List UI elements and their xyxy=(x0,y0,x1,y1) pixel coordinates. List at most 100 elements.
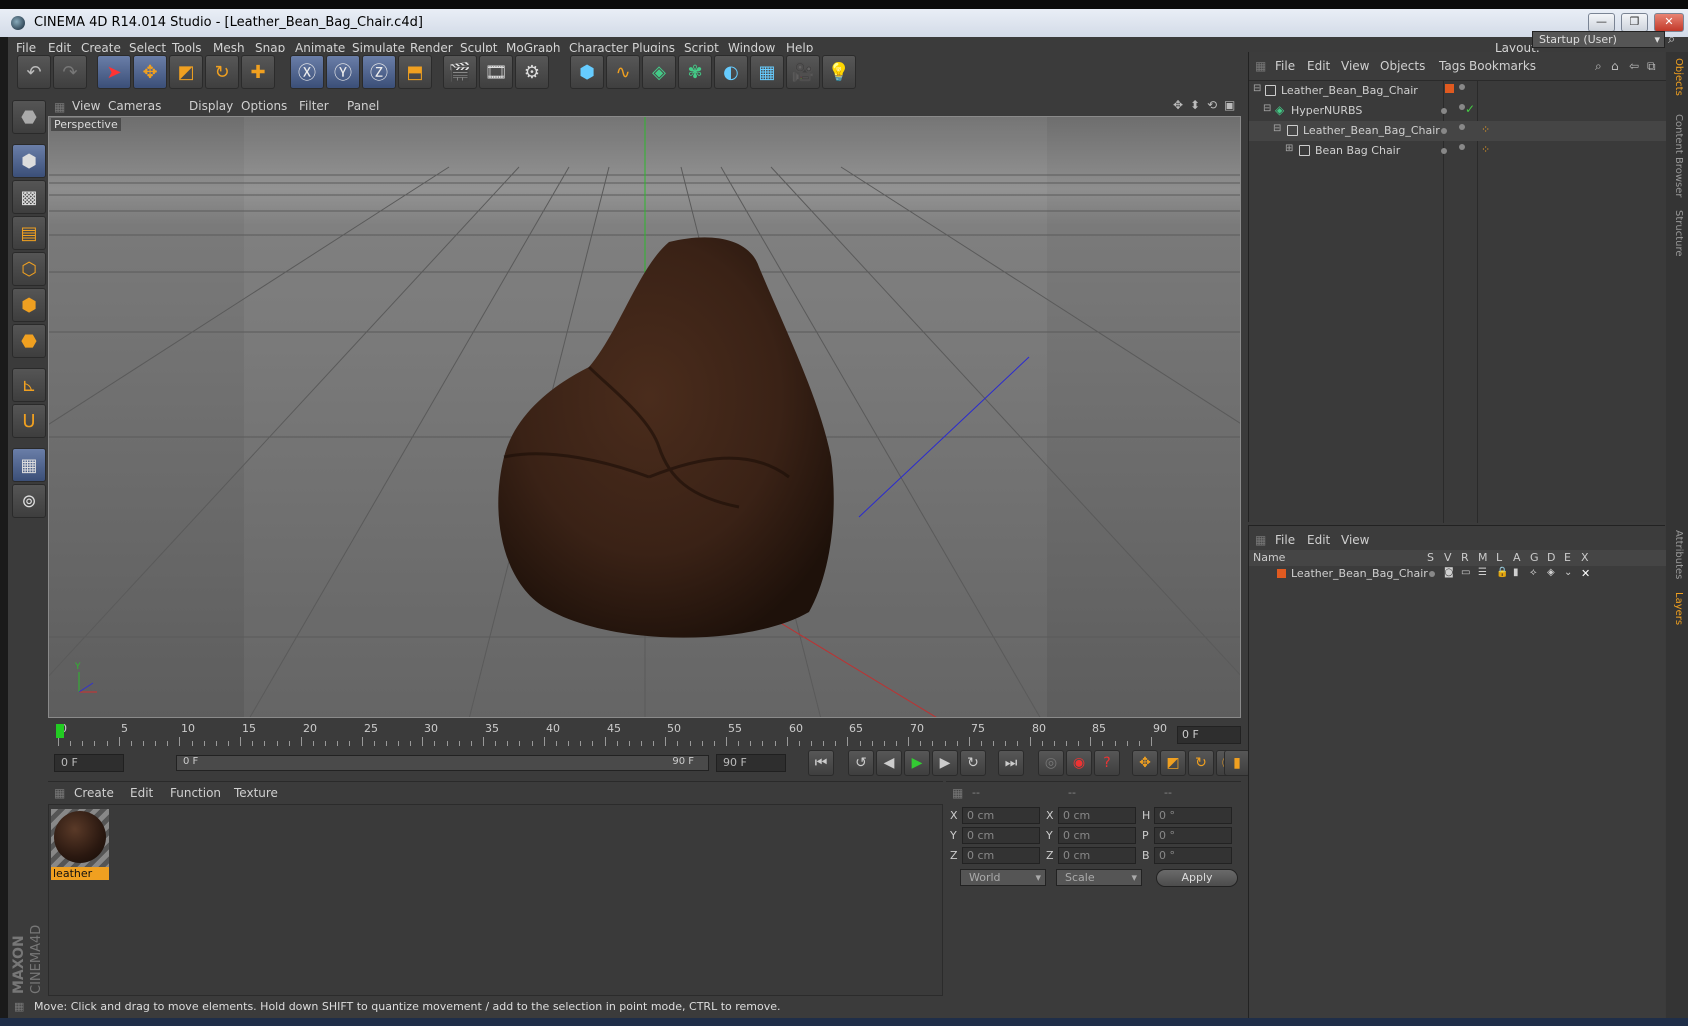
xref-icon[interactable]: ✕ xyxy=(1581,567,1590,580)
collapse-icon[interactable]: ⊟ xyxy=(1273,123,1281,134)
play-icon[interactable]: ▶ xyxy=(904,750,930,776)
animation-icon[interactable]: ▮ xyxy=(1513,567,1519,578)
render-view-icon[interactable]: 🎬 xyxy=(443,55,477,89)
generator-icon[interactable]: ⟡ xyxy=(1530,567,1537,578)
range-slider[interactable]: 0 F 90 F xyxy=(176,755,709,771)
visibility-dot[interactable] xyxy=(1459,84,1465,90)
viewport-menu-panel[interactable]: Panel xyxy=(347,99,379,113)
eye-icon[interactable]: ◙ xyxy=(1444,567,1454,578)
viewport-zoom-icon[interactable]: ⬍ xyxy=(1190,98,1200,112)
x-axis-lock-icon[interactable]: Ⓧ xyxy=(290,55,324,89)
recent-tool-icon[interactable]: ✚ xyxy=(241,55,275,89)
locked-workplane-icon[interactable]: ⊚ xyxy=(12,484,46,518)
render-icon[interactable]: ▭ xyxy=(1461,567,1470,578)
key-rotation-icon[interactable]: ↻ xyxy=(1188,750,1214,776)
model-mode-icon[interactable]: ⬢ xyxy=(12,144,46,178)
coordinate-system-icon[interactable]: ⬒ xyxy=(398,55,432,89)
manager-icon[interactable]: ☰ xyxy=(1478,567,1487,578)
layers-menu-file[interactable]: File xyxy=(1275,533,1295,547)
current-frame-field[interactable]: 0 F xyxy=(1177,726,1241,744)
render-settings-icon[interactable]: ⚙ xyxy=(515,55,549,89)
visibility-dot[interactable] xyxy=(1441,148,1447,154)
layer-row[interactable]: Leather_Bean_Bag_Chair ◙ ▭ ☰ 🔒 ▮ ⟡ ◈ ⌄ ✕ xyxy=(1249,566,1666,584)
undo-icon[interactable]: ↶ xyxy=(17,55,51,89)
tree-row[interactable]: ⊞ Bean Bag Chair ⁘ xyxy=(1249,141,1666,161)
array-icon[interactable]: ✾ xyxy=(678,55,712,89)
search-icon[interactable]: ⌕ xyxy=(1595,59,1602,74)
z-axis-lock-icon[interactable]: Ⓩ xyxy=(362,55,396,89)
render-dot[interactable] xyxy=(1459,144,1465,150)
key-position-icon[interactable]: ✥ xyxy=(1132,750,1158,776)
previous-key-icon[interactable]: ↺ xyxy=(848,750,874,776)
position-y-field[interactable]: 0 cm xyxy=(962,827,1040,844)
keyframe-selection-icon[interactable]: ? xyxy=(1094,750,1120,776)
edges-mode-icon[interactable]: ⬢ xyxy=(12,288,46,322)
polygons-mode-icon[interactable]: ⬣ xyxy=(12,324,46,358)
visibility-dot[interactable] xyxy=(1441,108,1447,114)
enabled-check-icon[interactable]: ✓ xyxy=(1465,102,1475,116)
perspective-viewport[interactable]: Y xyxy=(48,116,1241,718)
objects-menu-bookmarks[interactable]: Bookmarks xyxy=(1469,59,1536,73)
rotation-h-field[interactable]: 0 ° xyxy=(1154,807,1232,824)
floor-scene-icon[interactable]: ▦ xyxy=(750,55,784,89)
scale-tool-icon[interactable]: ◩ xyxy=(169,55,203,89)
objects-menu-edit[interactable]: Edit xyxy=(1307,59,1330,73)
tree-row[interactable]: ⊟ Leather_Bean_Bag_Chair xyxy=(1249,81,1666,101)
minimize-button[interactable]: — xyxy=(1588,13,1615,32)
material-menu-edit[interactable]: Edit xyxy=(130,786,153,800)
y-axis-lock-icon[interactable]: Ⓨ xyxy=(326,55,360,89)
visibility-dot[interactable] xyxy=(1441,128,1447,134)
coordinate-mode-dropdown[interactable]: World ▾ xyxy=(960,869,1046,886)
phong-tag-icon[interactable]: ⁘ xyxy=(1481,123,1490,136)
autokey-icon[interactable]: ◉ xyxy=(1066,750,1092,776)
deformer-icon[interactable]: ◐ xyxy=(714,55,748,89)
cube-object-icon[interactable]: ⬢ xyxy=(570,55,604,89)
workplane-lock-icon[interactable]: ▦ xyxy=(12,448,46,482)
rotation-p-field[interactable]: 0 ° xyxy=(1154,827,1232,844)
objects-menu-objects[interactable]: Objects xyxy=(1380,59,1425,73)
collapse-icon[interactable]: ⊟ xyxy=(1253,83,1261,94)
size-x-field[interactable]: 0 cm xyxy=(1058,807,1136,824)
size-y-field[interactable]: 0 cm xyxy=(1058,827,1136,844)
points-mode-icon[interactable]: ⬡ xyxy=(12,252,46,286)
rotate-tool-icon[interactable]: ↻ xyxy=(205,55,239,89)
viewport-menu-cameras[interactable]: Cameras xyxy=(108,99,161,113)
axis-mode-icon[interactable]: ⊾ xyxy=(12,368,46,402)
search-icon[interactable]: ⌕ xyxy=(1668,32,1675,47)
deformer-icon[interactable]: ◈ xyxy=(1547,567,1555,578)
end-frame-field[interactable]: 90 F xyxy=(716,754,786,772)
collapse-icon[interactable]: ⊟ xyxy=(1263,103,1271,114)
phong-tag-icon[interactable]: ⁘ xyxy=(1481,143,1490,156)
viewport-menu-filter[interactable]: Filter xyxy=(299,99,329,113)
size-z-field[interactable]: 0 cm xyxy=(1058,847,1136,864)
tree-row[interactable]: ⊟ Leather_Bean_Bag_Chair ⁘ xyxy=(1249,121,1666,141)
close-button[interactable]: ✕ xyxy=(1654,13,1684,32)
home-icon[interactable]: ⌂ xyxy=(1611,59,1619,73)
next-key-icon[interactable]: ↻ xyxy=(960,750,986,776)
playhead[interactable] xyxy=(56,724,64,738)
tab-objects[interactable]: Objects xyxy=(1673,58,1684,96)
objects-menu-view[interactable]: View xyxy=(1341,59,1369,73)
tab-attributes[interactable]: Attributes xyxy=(1673,530,1684,579)
layout-dropdown[interactable]: Startup (User) ▾ xyxy=(1532,31,1665,48)
workplane-mode-icon[interactable]: ▤ xyxy=(12,216,46,250)
apply-button[interactable]: Apply xyxy=(1156,869,1238,887)
rotation-b-field[interactable]: 0 ° xyxy=(1154,847,1232,864)
material-thumbnail[interactable]: leather xyxy=(51,809,111,881)
nurbs-icon[interactable]: ◈ xyxy=(642,55,676,89)
maximize-button[interactable]: ❐ xyxy=(1621,13,1648,32)
render-dot[interactable] xyxy=(1459,124,1465,130)
record-keys-icon[interactable]: ◎ xyxy=(1038,750,1064,776)
make-editable-icon[interactable]: ⬣ xyxy=(12,100,46,134)
lock-icon[interactable]: 🔒 xyxy=(1496,567,1508,578)
move-tool-icon[interactable]: ✥ xyxy=(133,55,167,89)
tab-layers[interactable]: Layers xyxy=(1673,592,1684,625)
position-z-field[interactable]: 0 cm xyxy=(962,847,1040,864)
viewport-menu-display[interactable]: Display xyxy=(189,99,233,113)
objects-menu-file[interactable]: File xyxy=(1275,59,1295,73)
previous-frame-icon[interactable]: ◀ xyxy=(876,750,902,776)
go-to-start-icon[interactable]: ⏮ xyxy=(808,750,834,776)
viewport-menu-options[interactable]: Options xyxy=(241,99,287,113)
viewport-menu-view[interactable]: View xyxy=(72,99,100,113)
size-mode-dropdown[interactable]: Scale ▾ xyxy=(1056,869,1142,886)
